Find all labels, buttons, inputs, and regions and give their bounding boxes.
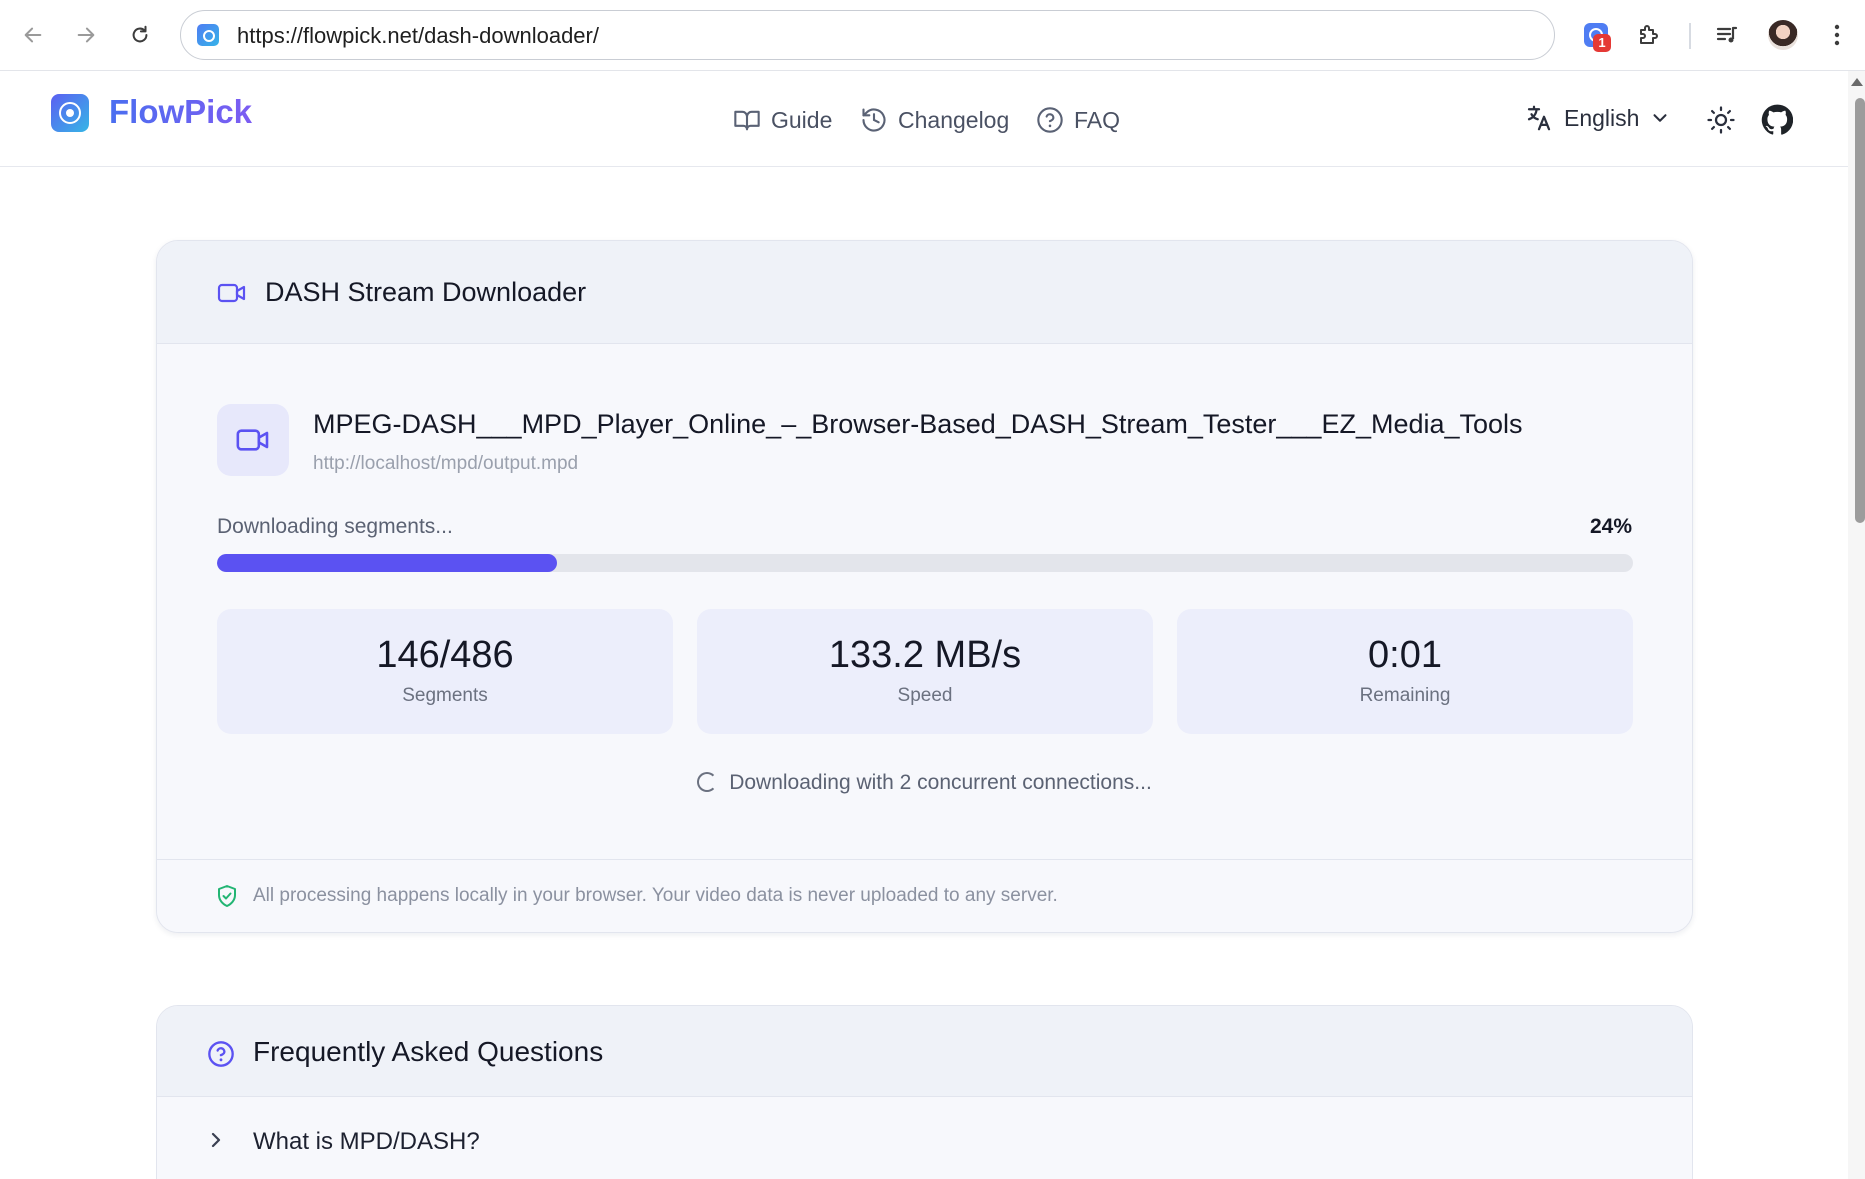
video-camera-icon bbox=[217, 283, 246, 303]
toolbar-divider bbox=[1689, 23, 1691, 49]
browser-toolbar: https://flowpick.net/dash-downloader/ 1 bbox=[0, 0, 1865, 71]
help-circle-icon bbox=[208, 1041, 234, 1067]
address-url[interactable]: https://flowpick.net/dash-downloader/ bbox=[237, 23, 599, 49]
flowpick-logo-icon[interactable] bbox=[51, 94, 89, 132]
chevron-right-icon bbox=[211, 1132, 221, 1148]
github-link[interactable] bbox=[1758, 101, 1796, 139]
extension-badge: 1 bbox=[1593, 34, 1611, 52]
scrollbar-thumb[interactable] bbox=[1855, 98, 1865, 523]
downloader-card: DASH Stream Downloader MPEG-DASH___MPD_P… bbox=[156, 240, 1693, 933]
stat-segments: 146/486 Segments bbox=[217, 609, 673, 734]
nav-guide[interactable]: Guide bbox=[733, 103, 832, 137]
more-vertical-icon bbox=[1834, 24, 1840, 46]
puzzle-icon bbox=[1640, 25, 1658, 44]
chevron-down-icon bbox=[1653, 114, 1667, 122]
stat-speed: 133.2 MB/s Speed bbox=[697, 609, 1153, 734]
extensions-button[interactable] bbox=[1627, 13, 1671, 57]
video-camera-icon bbox=[236, 429, 269, 451]
nav-guide-label: Guide bbox=[771, 106, 833, 133]
language-label: English bbox=[1564, 104, 1640, 131]
book-open-icon bbox=[734, 110, 760, 131]
stat-speed-value: 133.2 MB/s bbox=[828, 634, 1022, 676]
language-selector[interactable]: English bbox=[1524, 103, 1671, 133]
site-favicon-icon bbox=[197, 24, 219, 46]
reload-button[interactable] bbox=[118, 13, 162, 57]
stat-remaining-label: Remaining bbox=[1359, 685, 1451, 706]
browser-menu-button[interactable] bbox=[1815, 13, 1859, 57]
stat-remaining-value: 0:01 bbox=[1368, 634, 1442, 676]
faq-item[interactable]: What is MPD/DASH? bbox=[157, 1098, 1692, 1178]
theme-toggle-button[interactable] bbox=[1702, 101, 1740, 139]
sun-icon bbox=[1707, 106, 1735, 134]
stat-speed-label: Speed bbox=[897, 685, 953, 706]
logo-text[interactable]: FlowPick bbox=[109, 93, 252, 131]
help-circle-icon bbox=[1037, 107, 1063, 133]
faq-title: Frequently Asked Questions bbox=[253, 1036, 604, 1067]
playlist-music-icon bbox=[1716, 26, 1738, 43]
scroll-up-arrow-icon[interactable] bbox=[1851, 78, 1863, 86]
back-button[interactable] bbox=[11, 13, 55, 57]
downloader-title: DASH Stream Downloader bbox=[265, 277, 587, 307]
nav-faq[interactable]: FAQ bbox=[1036, 103, 1120, 137]
history-icon bbox=[862, 108, 886, 132]
shield-check-icon bbox=[218, 885, 236, 907]
privacy-footer: All processing happens locally in your b… bbox=[157, 859, 1692, 932]
address-bar[interactable]: https://flowpick.net/dash-downloader/ bbox=[180, 10, 1555, 60]
stat-segments-label: Segments bbox=[402, 685, 488, 706]
file-name: MPEG-DASH___MPD_Player_Online_–_Browser-… bbox=[313, 409, 1523, 439]
privacy-note: All processing happens locally in your b… bbox=[253, 885, 1058, 906]
forward-button[interactable] bbox=[64, 13, 108, 57]
arrow-left-icon bbox=[24, 27, 42, 43]
progress-bar-fill bbox=[217, 554, 557, 572]
download-status: Downloading segments... bbox=[217, 515, 453, 538]
connections-status: Downloading with 2 concurrent connection… bbox=[157, 771, 1692, 795]
progress-bar bbox=[217, 554, 1633, 572]
source-url: http://localhost/mpd/output.mpd bbox=[313, 453, 579, 474]
media-control-button[interactable] bbox=[1705, 13, 1749, 57]
faq-card: Frequently Asked Questions What is MPD/D… bbox=[156, 1005, 1693, 1179]
stat-remaining: 0:01 Remaining bbox=[1177, 609, 1633, 734]
connections-text: Downloading with 2 concurrent connection… bbox=[729, 771, 1152, 794]
progress-percent: 24% bbox=[1589, 515, 1632, 538]
loading-spinner-icon bbox=[697, 772, 718, 792]
translate-icon bbox=[1527, 105, 1551, 131]
arrow-right-icon bbox=[77, 27, 95, 43]
faq-header: Frequently Asked Questions bbox=[157, 1006, 1692, 1097]
nav-changelog[interactable]: Changelog bbox=[860, 103, 1009, 137]
reload-icon bbox=[132, 25, 148, 43]
github-icon bbox=[1761, 104, 1793, 135]
file-thumbnail bbox=[217, 404, 289, 476]
nav-changelog-label: Changelog bbox=[898, 106, 1010, 133]
profile-avatar[interactable] bbox=[1768, 20, 1798, 50]
stat-segments-value: 146/486 bbox=[376, 634, 514, 676]
site-header: FlowPick Guide Changelog FAQ English bbox=[0, 71, 1848, 167]
faq-question: What is MPD/DASH? bbox=[253, 1128, 480, 1155]
nav-faq-label: FAQ bbox=[1074, 106, 1121, 133]
downloader-card-header: DASH Stream Downloader bbox=[157, 241, 1692, 344]
